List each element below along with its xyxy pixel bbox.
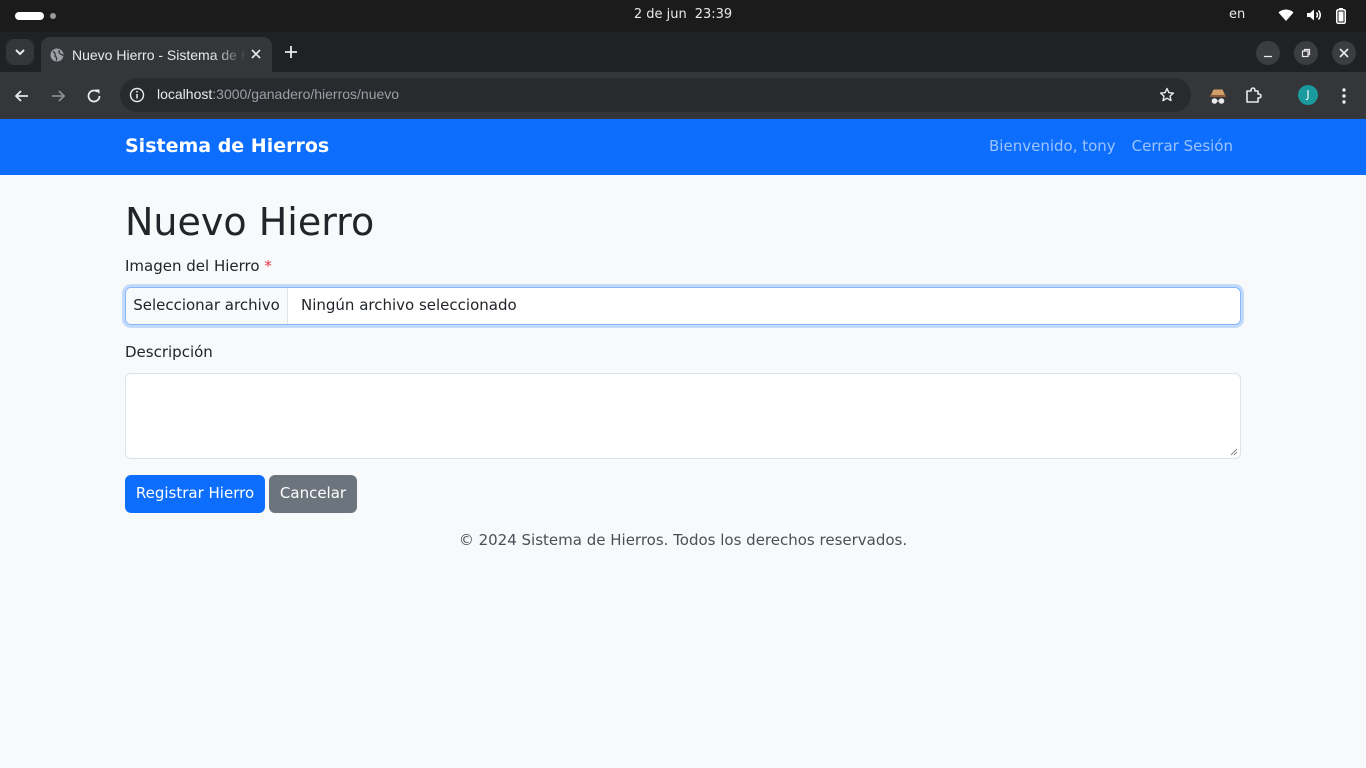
globe-icon bbox=[50, 48, 64, 62]
os-time: 23:39 bbox=[694, 7, 733, 22]
chevron-down-icon bbox=[15, 49, 25, 56]
browser-tab-active[interactable]: Nuevo Hierro - Sistema de Hierros bbox=[41, 37, 272, 72]
logout-link[interactable]: Cerrar Sesión bbox=[1132, 137, 1233, 155]
resize-grip-icon[interactable] bbox=[1230, 448, 1238, 456]
restore-icon bbox=[1301, 48, 1311, 58]
description-label: Descripción bbox=[125, 343, 213, 361]
extensions-puzzle-icon[interactable] bbox=[1245, 86, 1263, 104]
navbar-links: Bienvenido, tony Cerrar Sesión bbox=[989, 137, 1233, 155]
choose-file-button[interactable]: Seleccionar archivo bbox=[126, 288, 288, 324]
close-icon bbox=[1339, 48, 1349, 58]
browser-toolbar: localhost:3000/ganadero/hierros/nuevo J bbox=[0, 72, 1366, 119]
tab-search-button[interactable] bbox=[6, 39, 34, 65]
close-window-button[interactable] bbox=[1332, 41, 1356, 65]
battery-icon[interactable] bbox=[1336, 8, 1346, 24]
browser-tab-strip: Nuevo Hierro - Sistema de Hierros bbox=[0, 32, 1366, 72]
more-menu-icon[interactable] bbox=[1336, 87, 1352, 105]
new-tab-icon[interactable] bbox=[283, 44, 299, 60]
register-button[interactable]: Registrar Hierro bbox=[125, 475, 265, 513]
cancel-button[interactable]: Cancelar bbox=[269, 475, 357, 513]
bookmark-star-icon[interactable] bbox=[1159, 87, 1175, 103]
volume-icon[interactable] bbox=[1306, 8, 1322, 22]
image-label: Imagen del Hierro * bbox=[125, 257, 272, 275]
forward-arrow-icon[interactable] bbox=[49, 87, 67, 105]
minimize-icon bbox=[1264, 55, 1272, 58]
os-date: 2 de jun bbox=[633, 7, 687, 22]
tab-title: Nuevo Hierro - Sistema de Hierros bbox=[72, 47, 247, 63]
site-info-icon[interactable] bbox=[129, 87, 145, 103]
os-top-bar: 2 de jun 23:39 en bbox=[0, 0, 1366, 32]
welcome-link[interactable]: Bienvenido, tony bbox=[989, 137, 1116, 155]
navbar-brand[interactable]: Sistema de Hierros bbox=[125, 135, 329, 157]
incognito-extension-icon[interactable] bbox=[1208, 86, 1228, 106]
os-clock[interactable]: 2 de jun 23:39 bbox=[0, 7, 1366, 22]
input-language-indicator[interactable]: en bbox=[1229, 7, 1245, 22]
footer-copyright: © 2024 Sistema de Hierros. Todos los der… bbox=[458, 531, 908, 549]
url-text[interactable]: localhost:3000/ganadero/hierros/nuevo bbox=[157, 86, 399, 102]
required-mark: * bbox=[264, 257, 272, 275]
restore-window-button[interactable] bbox=[1294, 41, 1318, 65]
url-path: :3000/ganadero/hierros/nuevo bbox=[212, 86, 400, 102]
address-bar[interactable]: localhost:3000/ganadero/hierros/nuevo bbox=[120, 78, 1191, 112]
close-tab-icon[interactable] bbox=[249, 47, 263, 61]
description-textarea[interactable] bbox=[125, 373, 1241, 459]
image-label-text: Imagen del Hierro bbox=[125, 257, 260, 275]
file-status: Ningún archivo seleccionado bbox=[301, 296, 517, 314]
minimize-window-button[interactable] bbox=[1256, 41, 1280, 65]
app-navbar: Sistema de Hierros Bienvenido, tony Cerra… bbox=[0, 119, 1366, 175]
wifi-icon[interactable] bbox=[1278, 8, 1294, 22]
profile-avatar[interactable]: J bbox=[1298, 85, 1318, 105]
page-title: Nuevo Hierro bbox=[125, 200, 375, 244]
url-host: localhost bbox=[157, 86, 213, 102]
reload-icon[interactable] bbox=[85, 87, 103, 105]
back-arrow-icon[interactable] bbox=[13, 87, 31, 105]
image-file-input[interactable]: Seleccionar archivo Ningún archivo selec… bbox=[125, 287, 1241, 325]
